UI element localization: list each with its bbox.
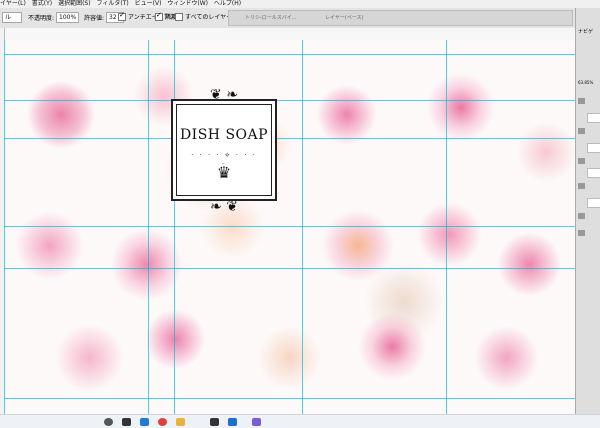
search-icon[interactable] bbox=[104, 418, 113, 426]
chrome-icon[interactable] bbox=[158, 418, 167, 426]
panel-button[interactable] bbox=[578, 98, 585, 104]
contiguous-checkbox[interactable] bbox=[155, 11, 163, 21]
guide-line bbox=[4, 138, 575, 139]
menu-filter[interactable]: フィルタ(T) bbox=[96, 0, 128, 8]
app-icon[interactable] bbox=[252, 418, 261, 426]
panel-button[interactable] bbox=[578, 183, 585, 189]
label-title: DISH SOAP bbox=[179, 127, 269, 143]
taskbar bbox=[0, 414, 600, 428]
task-view-icon[interactable] bbox=[122, 418, 131, 426]
menu-bar: イヤー(L) 書式(Y) 選択範囲(S) フィルタ(T) ビュー(V) ウィンド… bbox=[0, 0, 600, 8]
flourish-ornament: ❧ ❦ bbox=[210, 199, 238, 215]
label-box: DISH SOAP · · · · ⟡ · · · · ♛ bbox=[171, 99, 277, 201]
panel-button[interactable] bbox=[578, 128, 585, 134]
layer-thumbnail[interactable] bbox=[587, 113, 600, 123]
menu-help[interactable]: ヘルプ(H) bbox=[214, 0, 241, 8]
all-layers-checkbox[interactable] bbox=[175, 12, 183, 21]
panel-button[interactable] bbox=[578, 213, 585, 219]
menu-view[interactable]: ビュー(V) bbox=[135, 0, 162, 8]
antialias-checkbox[interactable] bbox=[118, 11, 126, 21]
opacity-input[interactable]: 100% bbox=[56, 12, 80, 23]
layer-thumbnail[interactable] bbox=[587, 198, 600, 208]
document-canvas[interactable]: ❦ ❧ DISH SOAP · · · · ⟡ · · · · ♛ ❧ ❦ bbox=[4, 40, 575, 414]
edge-icon[interactable] bbox=[140, 418, 149, 426]
panel-button[interactable] bbox=[578, 230, 585, 236]
layer-thumbnail[interactable] bbox=[587, 143, 600, 153]
document-tabs: トリシ-ロールスバイ... レイヤー(ペース) bbox=[228, 10, 573, 26]
all-layers-label: すべてのレイヤー bbox=[185, 14, 233, 21]
doc-tab[interactable]: トリシ-ロールスバイ... bbox=[245, 14, 297, 21]
guide-line bbox=[302, 40, 303, 414]
doc-tab[interactable]: レイヤー(ペース) bbox=[325, 14, 364, 21]
guide-line bbox=[148, 40, 149, 414]
guide-line bbox=[4, 100, 575, 101]
store-icon[interactable] bbox=[210, 418, 219, 426]
mode-select[interactable]: ル bbox=[2, 12, 22, 23]
crown-icon: ♛ bbox=[216, 163, 232, 182]
menu-select[interactable]: 選択範囲(S) bbox=[58, 0, 91, 8]
guide-line bbox=[4, 54, 575, 55]
mail-icon[interactable] bbox=[228, 418, 237, 426]
right-panel-dock: ナビゲ 63.85% bbox=[575, 8, 600, 414]
opacity-label: 不透明度: bbox=[28, 15, 55, 22]
layer-thumbnail[interactable] bbox=[587, 168, 600, 178]
panel-label: ナビゲ bbox=[578, 29, 594, 35]
panel-button[interactable] bbox=[578, 158, 585, 164]
menu-type[interactable]: 書式(Y) bbox=[32, 0, 52, 8]
zoom-readout: 63.85% bbox=[578, 80, 594, 85]
menu-window[interactable]: ウィンドウ(W) bbox=[167, 0, 208, 8]
menu-layer[interactable]: イヤー(L) bbox=[0, 0, 26, 8]
guide-line bbox=[4, 226, 575, 227]
folder-icon[interactable] bbox=[176, 418, 185, 426]
guide-line bbox=[4, 268, 575, 269]
label-inner-border bbox=[176, 104, 272, 196]
tolerance-label: 許容値: bbox=[84, 15, 105, 22]
guide-line bbox=[4, 40, 5, 414]
guide-line bbox=[4, 398, 575, 399]
guide-line bbox=[446, 40, 447, 414]
soap-label[interactable]: ❦ ❧ DISH SOAP · · · · ⟡ · · · · ♛ ❧ ❦ bbox=[164, 87, 284, 215]
